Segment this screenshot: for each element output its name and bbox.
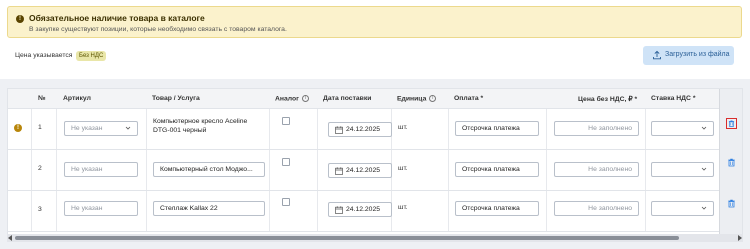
unit-value: шт. [398, 204, 408, 211]
article-value: Не указан [71, 125, 103, 132]
upload-icon [653, 50, 661, 60]
vat-rate-select[interactable] [651, 121, 714, 136]
col-analog: Аналог i [275, 95, 310, 103]
calendar-icon [335, 126, 343, 134]
col-num: № [38, 95, 46, 102]
delivery-date-field[interactable]: 24.12.2025 [328, 202, 392, 217]
product-field[interactable]: Стеллаж Kallax 22 [153, 201, 265, 216]
unit-value: шт. [398, 124, 408, 131]
col-product: Товар / Услуга [152, 95, 200, 102]
delivery-date-value: 24.12.2025 [346, 167, 381, 174]
table-header: № Артикул Товар / Услуга Аналог i Дата по… [8, 89, 742, 109]
article-input[interactable]: Не указан [64, 162, 138, 177]
exclamation-icon: ! [16, 15, 24, 23]
price-input[interactable]: Не заполнено [554, 201, 639, 216]
info-icon[interactable]: i [302, 95, 310, 102]
calendar-icon [335, 206, 343, 214]
delivery-date-value: 24.12.2025 [346, 206, 381, 213]
analog-checkbox[interactable] [282, 117, 290, 125]
delivery-date-field[interactable]: 24.12.2025 [328, 122, 392, 137]
row-number: 2 [38, 165, 42, 172]
catalog-warning-alert: ! Обязательное наличие товара в каталоге… [7, 6, 742, 38]
table-row: 3 Не указан Стеллаж Kallax 22 24.12.2025… [8, 191, 719, 232]
purchase-card: ! Обязательное наличие товара в каталоге… [0, 0, 750, 79]
upload-from-file-button[interactable]: Загрузить из файла [643, 46, 734, 65]
table-row: 2 Не указан Компьютерный стол Моджо... 2… [8, 150, 719, 191]
price-input[interactable]: Не заполнено [554, 162, 639, 177]
chevron-down-icon [701, 126, 707, 130]
alert-text: В закупке существуют позиции, которые не… [29, 26, 287, 33]
col-unit-label: Единица [397, 95, 427, 103]
upload-button-label: Загрузить из файла [665, 51, 730, 58]
items-table: № Артикул Товар / Услуга Аналог i Дата по… [7, 88, 743, 238]
vat-rate-select[interactable] [651, 162, 714, 177]
chevron-down-icon [701, 206, 707, 210]
horizontal-scrollbar[interactable] [7, 234, 743, 242]
row-actions-column [719, 89, 742, 237]
row-number: 3 [38, 206, 42, 213]
vat-badge: Без НДС [76, 51, 107, 61]
payment-field[interactable]: Отсрочка платежа [455, 162, 539, 177]
scrollbar-thumb[interactable] [15, 236, 679, 240]
analog-checkbox[interactable] [282, 198, 290, 206]
col-analog-label: Аналог [275, 95, 300, 103]
product-name: Компьютерное кресло Aceline DTG-001 черн… [153, 118, 248, 134]
payment-field[interactable]: Отсрочка платежа [455, 201, 539, 216]
chevron-down-icon [701, 167, 707, 171]
article-select[interactable]: Не указан [64, 121, 138, 136]
row-number: 1 [38, 124, 42, 131]
chevron-down-icon [125, 126, 131, 130]
col-article: Артикул [63, 95, 91, 102]
scroll-right-arrow[interactable] [738, 235, 742, 241]
alert-title: Обязательное наличие товара в каталоге [29, 13, 205, 23]
col-vat-rate: Ставка НДС * [651, 95, 696, 102]
col-delivery: Дата поставки [323, 95, 372, 102]
unit-value: шт. [398, 165, 408, 172]
trash-icon[interactable] [726, 118, 737, 129]
vat-rate-select[interactable] [651, 201, 714, 216]
delivery-date-field[interactable]: 24.12.2025 [328, 163, 392, 178]
table-row: ! 1 Не указан Компьютерное кресло Acelin… [8, 109, 719, 150]
analog-checkbox[interactable] [282, 158, 290, 166]
col-payment: Оплата * [454, 95, 484, 102]
price-label: Цена указывается [15, 52, 73, 59]
trash-icon[interactable] [726, 157, 737, 168]
info-icon[interactable]: i [429, 95, 437, 102]
col-unit: Единица i [397, 95, 437, 103]
scroll-left-arrow[interactable] [8, 235, 12, 241]
calendar-icon [335, 167, 343, 175]
price-input[interactable]: Не заполнено [554, 121, 639, 136]
product-field[interactable]: Компьютерный стол Моджо... [153, 162, 265, 177]
warning-icon: ! [14, 124, 22, 132]
delivery-date-value: 24.12.2025 [346, 126, 381, 133]
col-price: Цена без НДС, ₽ * [578, 96, 638, 103]
article-input[interactable]: Не указан [64, 201, 138, 216]
payment-field[interactable]: Отсрочка платежа [455, 121, 539, 136]
trash-icon[interactable] [726, 198, 737, 209]
